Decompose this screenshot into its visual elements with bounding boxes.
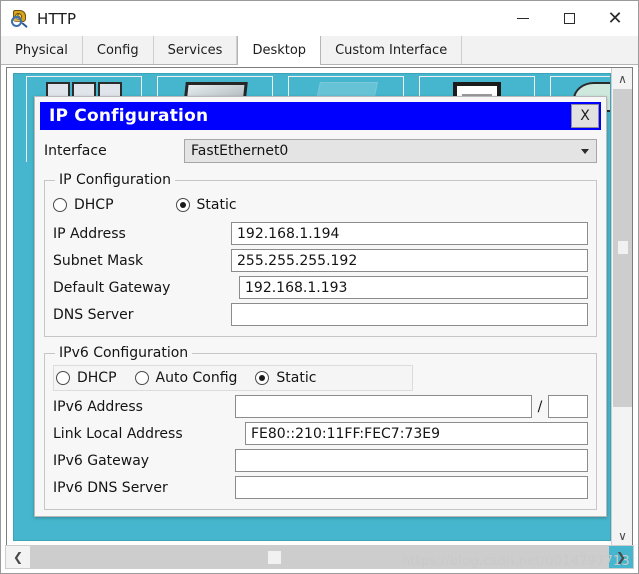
scroll-right-icon[interactable]: ❯	[609, 546, 633, 568]
desktop-panel: Collector IP Configuration X Interface F…	[6, 67, 633, 547]
ipv6-link-local-address-input[interactable]: FE80::210:11FF:FEC7:73E9	[245, 422, 588, 445]
horizontal-scroll-thumb[interactable]	[268, 551, 281, 564]
maximize-button[interactable]	[546, 1, 592, 36]
ipv6-radio-auto-config[interactable]: Auto Config	[134, 370, 238, 386]
http-device-window: $ HTTP ✕ Physical Config Services Deskto…	[0, 0, 639, 574]
interface-selected-value: FastEthernet0	[191, 143, 289, 159]
close-button[interactable]: ✕	[592, 1, 638, 36]
ipv4-radio-static[interactable]: Static	[175, 197, 237, 213]
vertical-scroll-track[interactable]	[612, 89, 632, 525]
ipv6-address-input[interactable]	[235, 395, 532, 418]
window-controls: ✕	[500, 1, 638, 36]
scroll-down-icon[interactable]: ∨	[612, 525, 632, 546]
horizontal-scroll-track[interactable]	[30, 546, 609, 568]
radio-dot-icon	[56, 371, 70, 385]
ipv4-radio-static-label: Static	[196, 197, 237, 213]
ipv4-subnet-mask-input[interactable]: 255.255.255.192	[231, 249, 588, 272]
chevron-down-icon	[581, 149, 589, 154]
vertical-scroll-thumb[interactable]	[613, 89, 632, 407]
ipv6-gateway-label: IPv6 Gateway	[53, 452, 150, 469]
ipv4-configuration-group: IP Configuration DHCP Static IP Address …	[44, 172, 597, 337]
scroll-thumb-grip	[618, 241, 628, 254]
scroll-left-icon[interactable]: ❮	[6, 546, 30, 568]
desktop-canvas: Collector IP Configuration X Interface F…	[13, 73, 611, 541]
tab-physical[interactable]: Physical	[1, 36, 83, 64]
ipv6-prefix-separator: /	[537, 398, 543, 415]
ipv4-default-gateway-input[interactable]: 192.168.1.193	[239, 276, 588, 299]
ipv4-default-gateway-label: Default Gateway	[53, 279, 171, 296]
ipv4-subnet-mask-label: Subnet Mask	[53, 252, 144, 269]
ipv4-radio-dhcp-label: DHCP	[74, 197, 114, 213]
tab-services[interactable]: Services	[153, 36, 238, 64]
ipv6-radio-static-label: Static	[276, 370, 317, 386]
ip-configuration-dialog: IP Configuration X Interface FastEtherne…	[34, 96, 607, 517]
window-title: HTTP	[37, 9, 77, 28]
minimize-button[interactable]	[500, 1, 546, 36]
close-icon: ✕	[607, 7, 623, 29]
ipv6-dns-server-row: IPv6 DNS Server	[53, 474, 588, 501]
interface-label: Interface	[44, 143, 107, 159]
ipv4-default-gateway-row: Default Gateway 192.168.1.193	[53, 274, 588, 301]
ipv4-dns-server-label: DNS Server	[53, 306, 134, 323]
radio-dot-icon	[134, 371, 149, 385]
tab-config[interactable]: Config	[82, 36, 154, 64]
interface-select[interactable]: FastEthernet0	[184, 139, 597, 163]
ipv6-dns-server-input[interactable]	[235, 476, 588, 499]
horizontal-scrollbar[interactable]: ❮ ❯	[5, 545, 634, 569]
radio-dot-icon	[175, 198, 190, 212]
ipv4-ip-address-row: IP Address 192.168.1.194	[53, 220, 588, 247]
ipv4-ip-address-input[interactable]: 192.168.1.194	[231, 222, 588, 245]
ipv4-subnet-mask-row: Subnet Mask 255.255.255.192	[53, 247, 588, 274]
scroll-up-icon[interactable]: ∧	[612, 68, 632, 89]
ipv4-ip-address-label: IP Address	[53, 225, 126, 242]
ipv6-address-label: IPv6 Address	[53, 398, 143, 415]
ipv6-gateway-input[interactable]	[235, 449, 588, 472]
ipv6-group-legend: IPv6 Configuration	[59, 345, 189, 361]
ipv6-address-row: IPv6 Address /	[53, 393, 588, 420]
ipv6-radio-dhcp[interactable]: DHCP	[56, 370, 117, 386]
tab-desktop[interactable]: Desktop	[237, 36, 322, 65]
ipv4-radio-dhcp[interactable]: DHCP	[53, 197, 114, 213]
packet-tracer-http-icon: $	[10, 9, 30, 29]
dialog-titlebar: IP Configuration X	[40, 102, 601, 130]
ipv6-link-local-address-row: Link Local Address FE80::210:11FF:FEC7:7…	[53, 420, 588, 447]
radio-dot-icon	[53, 198, 67, 212]
ipv6-radio-auto-config-label: Auto Config	[155, 370, 238, 386]
vertical-scrollbar[interactable]: ∧ ∨	[611, 68, 632, 546]
ipv6-gateway-row: IPv6 Gateway	[53, 447, 588, 474]
ipv4-dns-server-input[interactable]	[231, 303, 588, 326]
tab-custom-interface[interactable]: Custom Interface	[321, 36, 463, 64]
ipv6-link-local-address-label: Link Local Address	[53, 425, 183, 442]
interface-row: Interface FastEthernet0	[44, 138, 597, 164]
ipv6-mode-radio-group: DHCP Auto Config Static	[53, 365, 413, 391]
ipv4-group-legend: IP Configuration	[59, 172, 171, 188]
window-titlebar: $ HTTP ✕	[1, 1, 638, 36]
ipv6-radio-static[interactable]: Static	[255, 370, 316, 386]
ipv6-dns-server-label: IPv6 DNS Server	[53, 479, 168, 496]
dialog-body: Interface FastEthernet0 IP Configuration	[35, 130, 606, 510]
dialog-title: IP Configuration	[49, 106, 209, 126]
ipv4-mode-radio-group: DHCP Static	[53, 192, 588, 218]
ipv6-configuration-group: IPv6 Configuration DHCP Auto Config Stat…	[44, 345, 597, 510]
ipv6-radio-dhcp-label: DHCP	[77, 370, 117, 386]
radio-dot-icon	[255, 371, 270, 385]
device-tabs: Physical Config Services Desktop Custom …	[1, 36, 638, 65]
dialog-close-button[interactable]: X	[571, 104, 599, 128]
ipv6-prefix-length-input[interactable]	[548, 395, 588, 418]
ipv4-dns-server-row: DNS Server	[53, 301, 588, 328]
